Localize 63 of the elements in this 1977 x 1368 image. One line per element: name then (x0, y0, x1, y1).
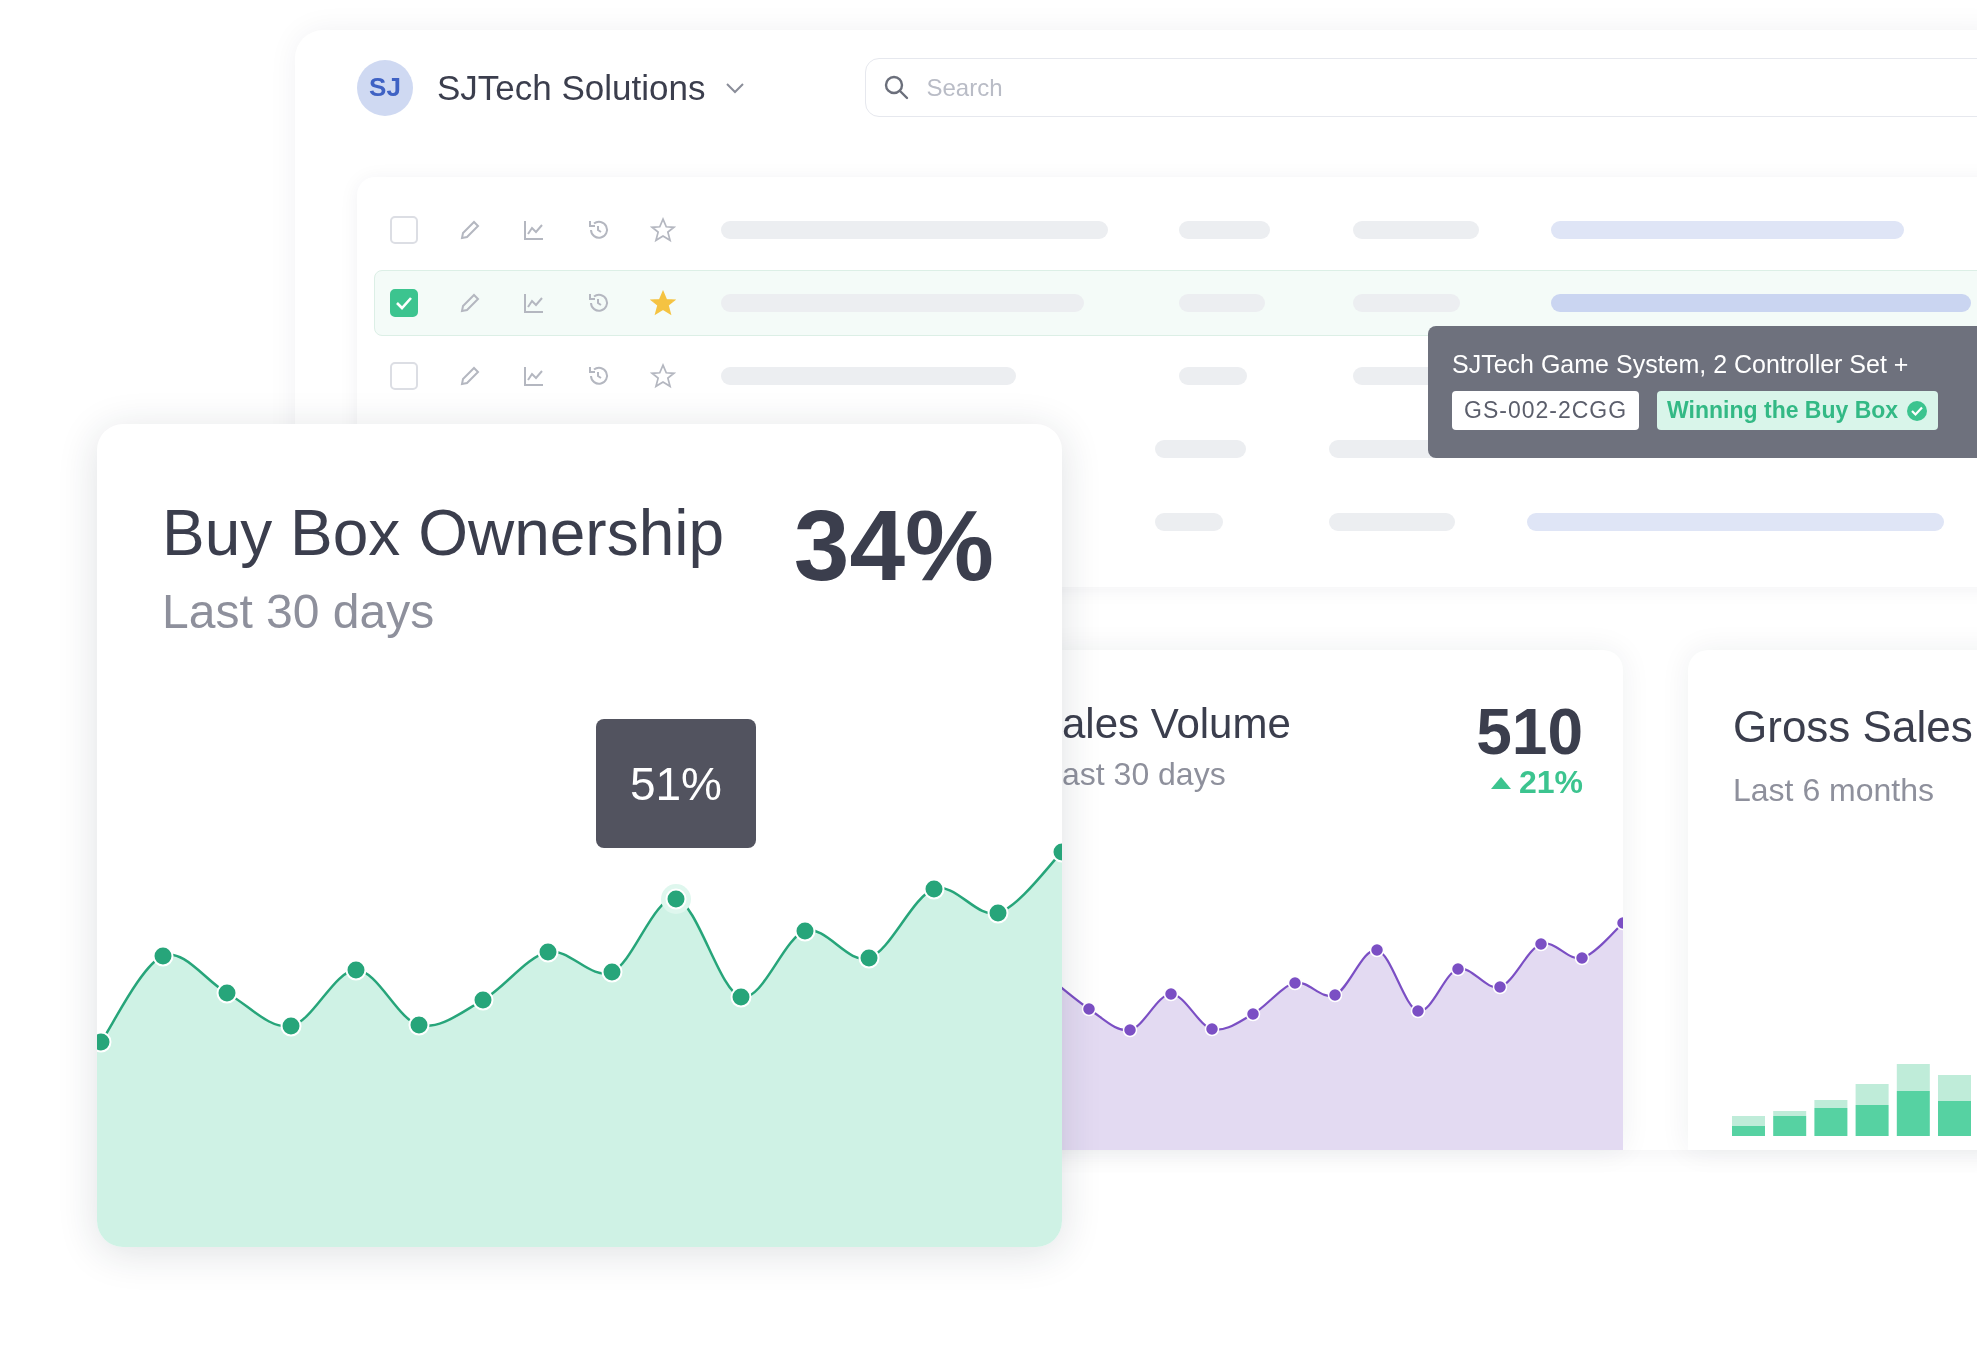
data-point (1287, 975, 1303, 991)
card-title: Gross Sales (1733, 702, 1974, 752)
data-point (152, 945, 174, 967)
search-icon (883, 74, 910, 100)
history-icon[interactable] (586, 218, 610, 242)
data-point (1245, 1006, 1261, 1022)
product-name: SJTech Game System, 2 Controller Set + (1452, 350, 1910, 379)
triangle-up-icon (1490, 776, 1511, 789)
card-subtitle: Last 30 days (162, 584, 436, 639)
chart-line-icon[interactable] (522, 218, 546, 242)
data-point (858, 947, 880, 969)
card-subtitle: ast 30 days (1062, 756, 1227, 793)
data-point (1081, 1001, 1097, 1017)
data-point (1450, 961, 1466, 977)
checkmark-icon (394, 295, 414, 311)
pencil-icon[interactable] (458, 364, 482, 388)
data-point (1533, 936, 1549, 952)
checkbox[interactable] (390, 362, 418, 390)
data-point (987, 902, 1009, 924)
checkbox[interactable] (390, 289, 418, 317)
data-point (794, 920, 816, 942)
data-point (601, 961, 623, 983)
company-avatar: SJ (357, 59, 413, 116)
chart-line-icon[interactable] (522, 291, 546, 315)
search-field[interactable]: Search (865, 58, 1977, 117)
bar (1732, 1116, 1765, 1126)
bar (1938, 1075, 1971, 1101)
data-point (923, 878, 945, 900)
check-circle-icon (1906, 399, 1929, 422)
status-tag: Winning the Buy Box (1657, 391, 1939, 430)
pencil-icon[interactable] (458, 218, 482, 242)
data-point (1492, 979, 1508, 995)
pencil-icon[interactable] (458, 291, 482, 315)
star-icon[interactable] (650, 217, 676, 243)
chart-line-icon[interactable] (522, 364, 546, 388)
data-point (1369, 942, 1385, 958)
sku-tag: GS-002-2CGG (1452, 391, 1640, 430)
chevron-down-icon[interactable] (725, 81, 746, 94)
history-icon[interactable] (586, 364, 610, 388)
card-title: Buy Box Ownership (162, 496, 725, 570)
data-point (537, 941, 559, 963)
data-point (1574, 950, 1590, 966)
data-point (280, 1015, 302, 1037)
change-value: 21% (1518, 764, 1583, 801)
checkbox[interactable] (390, 216, 418, 244)
bar (1938, 1101, 1971, 1136)
data-point (1327, 987, 1343, 1003)
data-point (1122, 1022, 1138, 1038)
company-name[interactable]: SJTech Solutions (437, 67, 706, 108)
data-point (408, 1014, 430, 1036)
data-point (472, 989, 494, 1011)
metric-value: 510 (1476, 700, 1583, 764)
card-title: ales Volume (1062, 700, 1291, 748)
star-icon[interactable] (650, 363, 676, 389)
data-point (1204, 1021, 1220, 1037)
history-icon[interactable] (586, 291, 610, 315)
card-subtitle: Last 6 months (1733, 772, 1935, 809)
data-point (345, 959, 367, 981)
metric-value: 34% (793, 488, 994, 603)
star-icon[interactable] (650, 290, 676, 316)
data-point (1163, 986, 1179, 1002)
chart-tooltip: 51% (596, 719, 756, 848)
bar (1732, 1126, 1765, 1136)
